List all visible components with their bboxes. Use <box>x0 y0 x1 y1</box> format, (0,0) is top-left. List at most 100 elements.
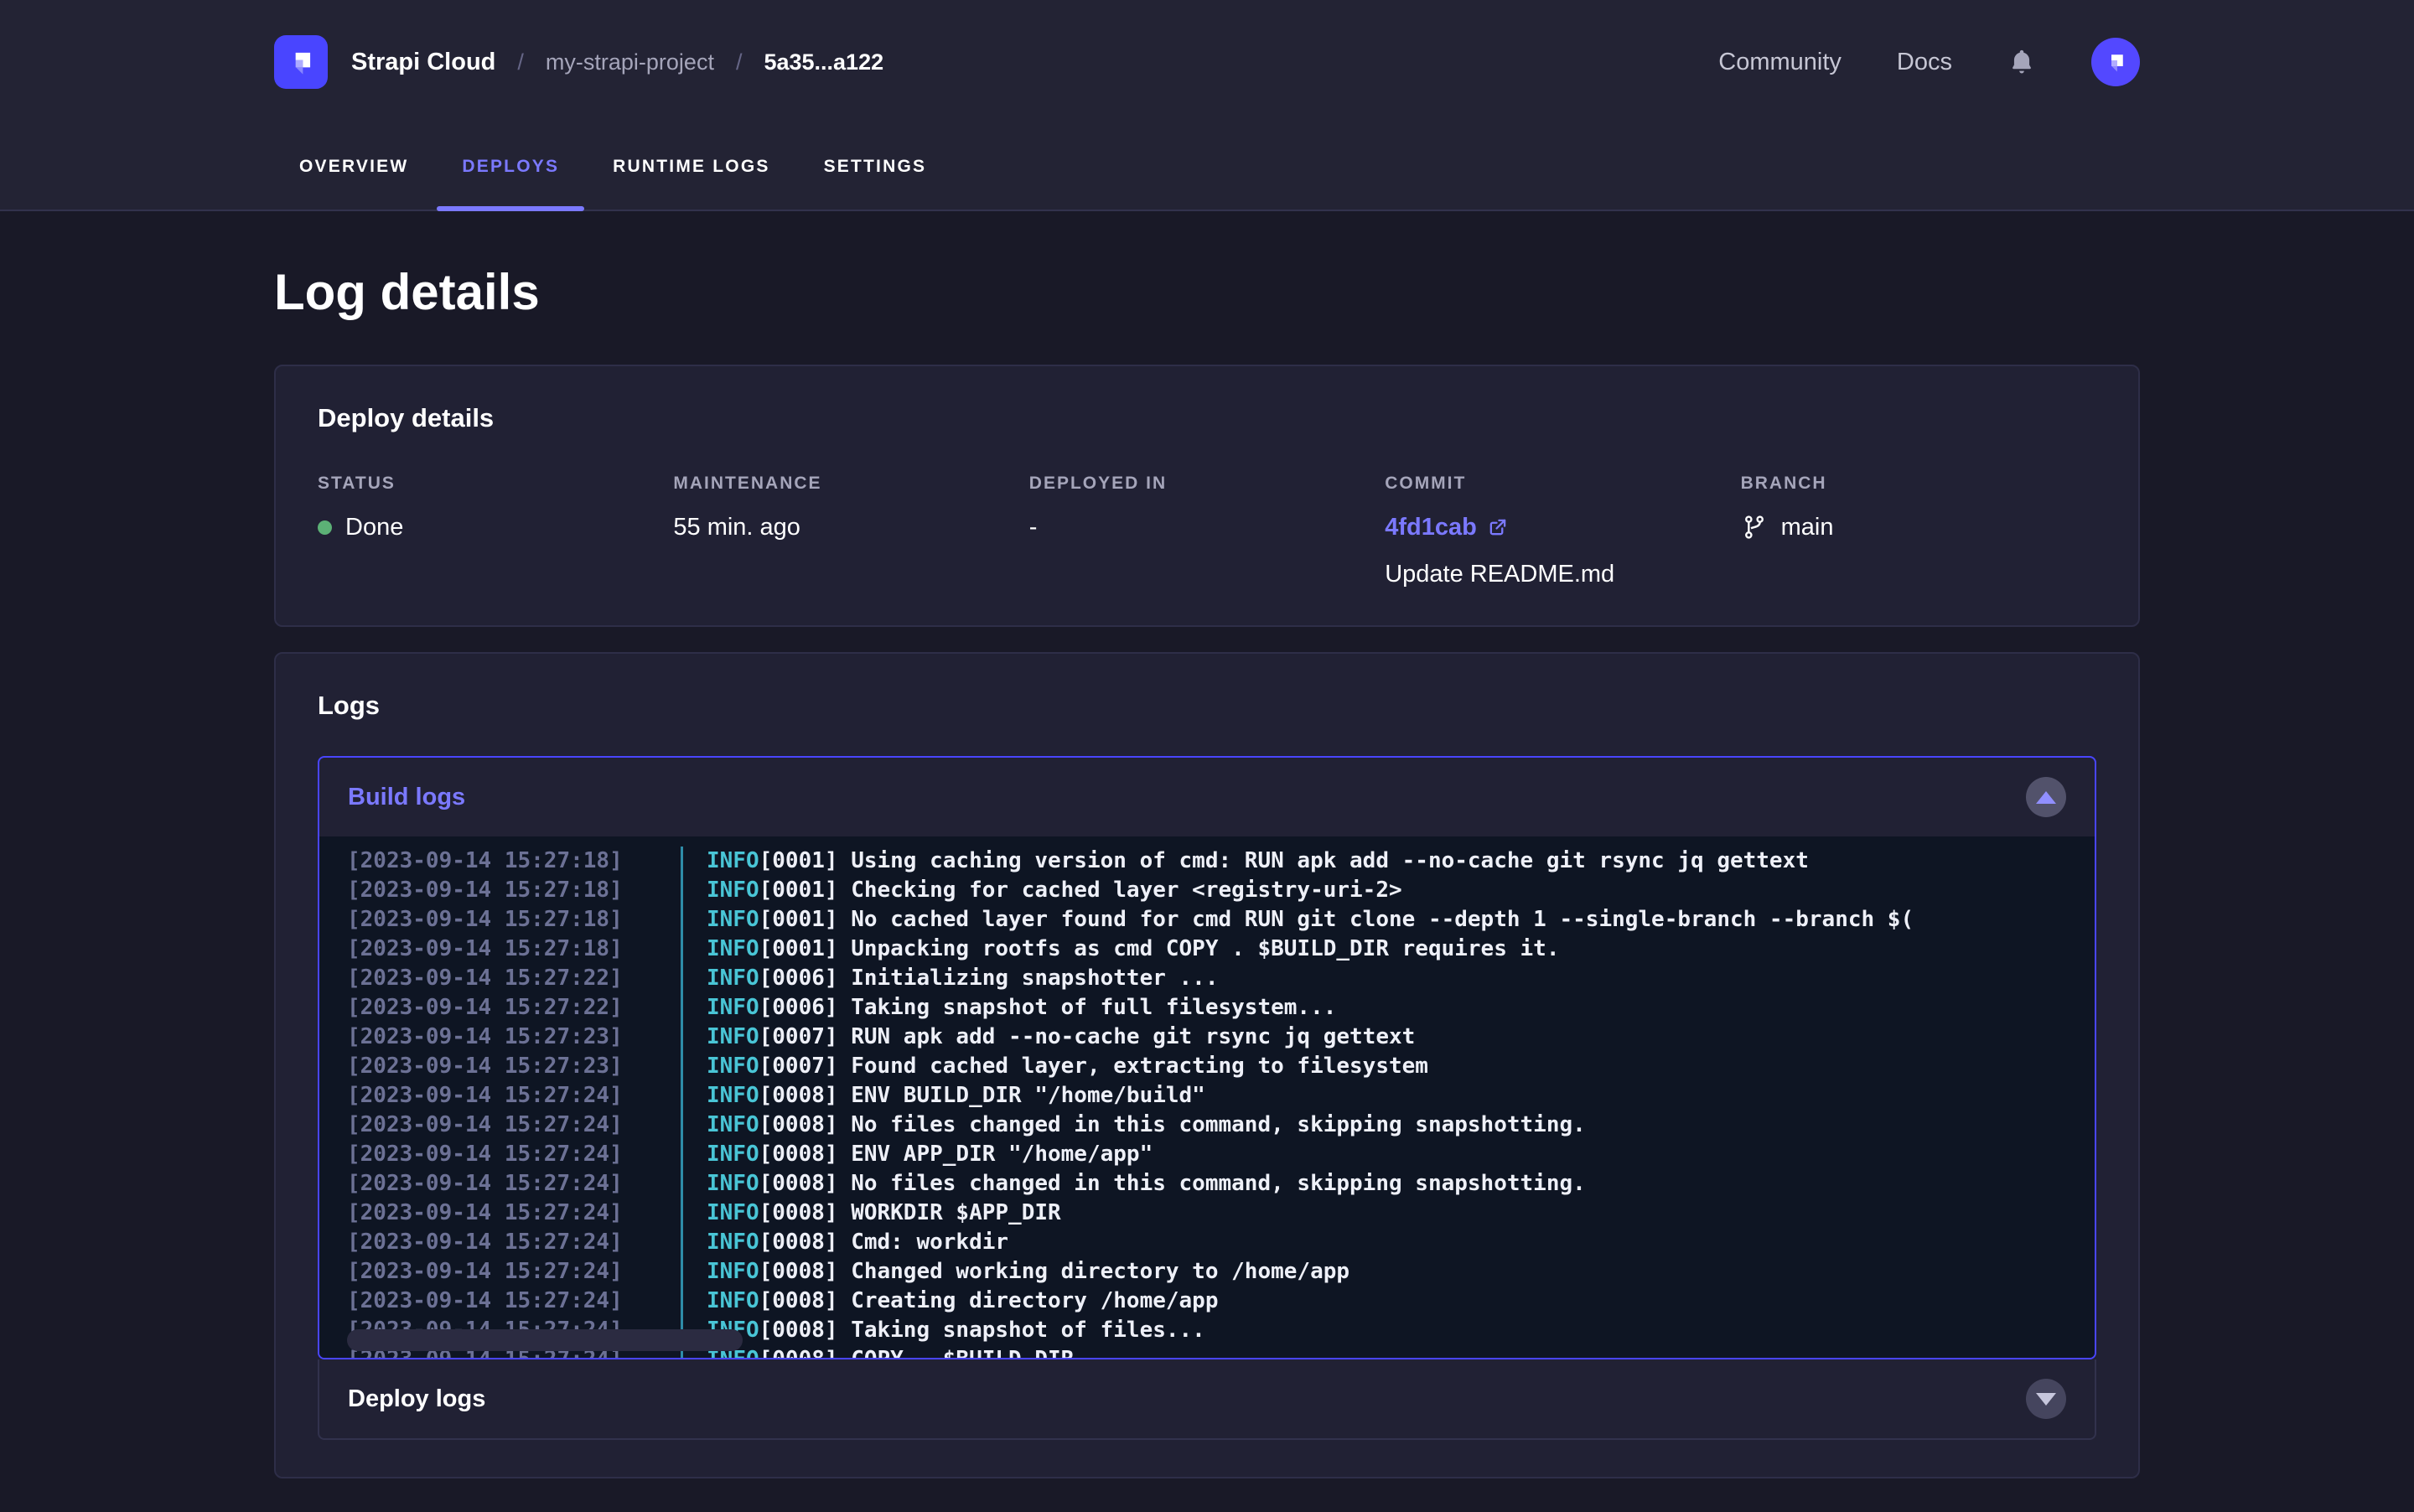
log-message-wrap: INFO[0006] Taking snapshot of full files… <box>681 993 1336 1023</box>
log-line: [2023-09-14 15:27:24]INFO[0008] Changed … <box>347 1257 2095 1287</box>
page-title: Log details <box>274 263 2140 321</box>
log-message-wrap: INFO[0008] No files changed in this comm… <box>681 1111 1586 1140</box>
log-timestamp: [2023-09-14 15:27:24] <box>347 1199 681 1228</box>
log-line: [2023-09-14 15:27:23]INFO[0007] Found ca… <box>347 1052 2095 1081</box>
log-line: [2023-09-14 15:27:24]INFO[0008] Creating… <box>347 1287 2095 1316</box>
field-deployed-in: DEPLOYED IN- <box>1029 474 1385 588</box>
log-level: INFO <box>707 1230 759 1255</box>
tab-bar: OVERVIEWDEPLOYSRUNTIME LOGSSETTINGS <box>274 124 2140 210</box>
log-line: [2023-09-14 15:27:24]INFO[0008] WORKDIR … <box>347 1199 2095 1228</box>
log-level: INFO <box>707 1200 759 1225</box>
status-dot-success <box>318 520 332 535</box>
log-message: [0008] No files changed in this command,… <box>759 1171 1586 1196</box>
log-line: [2023-09-14 15:27:24]INFO[0008] ENV BUIL… <box>347 1081 2095 1111</box>
log-timestamp: [2023-09-14 15:27:22] <box>347 964 681 993</box>
field-branch: BRANCH main <box>1741 474 2096 588</box>
log-level: INFO <box>707 1171 759 1196</box>
log-message-wrap: INFO[0008] ENV APP_DIR "/home/app" <box>681 1140 1153 1169</box>
log-line: [2023-09-14 15:27:24]INFO[0008] No files… <box>347 1111 2095 1140</box>
build-logs-panel: Build logs [2023-09-14 15:27:18]INFO[000… <box>318 756 2096 1359</box>
deploy-details-fields: STATUSDoneMAINTENANCE55 min. agoDEPLOYED… <box>318 474 2096 588</box>
log-message: [0001] Using caching version of cmd: RUN… <box>759 848 1809 873</box>
main-content: Log details Deploy details STATUSDoneMAI… <box>274 263 2140 1478</box>
log-timestamp: [2023-09-14 15:27:24] <box>347 1140 681 1169</box>
log-timestamp: [2023-09-14 15:27:24] <box>347 1081 681 1111</box>
field-label: STATUS <box>318 474 673 494</box>
topnav-link-community[interactable]: Community <box>1718 49 1842 76</box>
horizontal-scrollbar-thumb[interactable] <box>347 1329 743 1351</box>
log-message-wrap: INFO[0008] No files changed in this comm… <box>681 1169 1586 1199</box>
field-label: BRANCH <box>1741 474 2096 494</box>
logs-accordion: Build logs [2023-09-14 15:27:18]INFO[000… <box>318 756 2096 1440</box>
tab-runtime-logs[interactable]: RUNTIME LOGS <box>588 124 795 210</box>
log-message: [0008] ENV APP_DIR "/home/app" <box>759 1142 1153 1167</box>
topnav-link-docs[interactable]: Docs <box>1897 49 1952 76</box>
commit-message: Update README.md <box>1385 561 1740 588</box>
breadcrumb-project[interactable]: my-strapi-project <box>546 49 714 75</box>
log-timestamp: [2023-09-14 15:27:23] <box>347 1023 681 1052</box>
field-value: - <box>1029 512 1385 542</box>
log-level: INFO <box>707 878 759 903</box>
log-line: [2023-09-14 15:27:18]INFO[0001] Using ca… <box>347 847 2095 876</box>
deploy-logs-expand-button[interactable] <box>2026 1379 2066 1419</box>
log-timestamp: [2023-09-14 15:27:24] <box>347 1111 681 1140</box>
breadcrumb-separator: / <box>517 49 524 75</box>
log-level: INFO <box>707 995 759 1020</box>
commit-link[interactable]: 4fd1cab <box>1385 514 1507 541</box>
build-logs-collapse-button[interactable] <box>2026 777 2066 817</box>
log-timestamp: [2023-09-14 15:27:24] <box>347 1257 681 1287</box>
log-message: [0008] COPY . $BUILD_DIR <box>759 1347 1075 1358</box>
tab-settings[interactable]: SETTINGS <box>799 124 952 210</box>
chevron-up-icon <box>2036 791 2056 804</box>
log-timestamp: [2023-09-14 15:27:18] <box>347 905 681 935</box>
log-line: [2023-09-14 15:27:18]INFO[0001] Checking… <box>347 876 2095 905</box>
log-message: [0008] Creating directory /home/app <box>759 1288 1219 1313</box>
top-navigation: Community Docs <box>1718 38 2140 86</box>
log-message-wrap: INFO[0006] Initializing snapshotter ... <box>681 964 1219 993</box>
field-value: main <box>1741 512 2096 542</box>
field-commit: COMMIT4fd1cabUpdate README.md <box>1385 474 1740 588</box>
field-value: Done <box>318 512 673 542</box>
log-message-wrap: INFO[0001] Using caching version of cmd:… <box>681 847 1809 876</box>
log-level: INFO <box>707 1288 759 1313</box>
log-message: [0006] Initializing snapshotter ... <box>759 966 1219 991</box>
strapi-logo-icon[interactable] <box>274 35 328 89</box>
deploy-details-title: Deploy details <box>318 403 2096 433</box>
log-level: INFO <box>707 1112 759 1137</box>
log-level: INFO <box>707 848 759 873</box>
log-timestamp: [2023-09-14 15:27:18] <box>347 935 681 964</box>
log-level: INFO <box>707 936 759 961</box>
avatar-strapi-icon[interactable] <box>2091 38 2140 86</box>
log-message-wrap: INFO[0008] WORKDIR $APP_DIR <box>681 1199 1061 1228</box>
log-level: INFO <box>707 1142 759 1167</box>
log-message: [0006] Taking snapshot of full filesyste… <box>759 995 1337 1020</box>
chevron-down-icon <box>2036 1393 2056 1406</box>
deploy-logs-header[interactable]: Deploy logs <box>318 1359 2096 1440</box>
log-message-wrap: INFO[0007] RUN apk add --no-cache git rs… <box>681 1023 1415 1052</box>
field-status: STATUS Done <box>318 474 673 588</box>
log-line: [2023-09-14 15:27:24]INFO[0008] No files… <box>347 1169 2095 1199</box>
build-logs-header[interactable]: Build logs <box>319 758 2095 836</box>
log-message: [0001] No cached layer found for cmd RUN… <box>759 907 1914 932</box>
log-line: [2023-09-14 15:27:22]INFO[0006] Initiali… <box>347 964 2095 993</box>
tab-overview[interactable]: OVERVIEW <box>274 124 433 210</box>
log-message: [0008] No files changed in this command,… <box>759 1112 1586 1137</box>
log-level: INFO <box>707 1024 759 1049</box>
log-line: [2023-09-14 15:27:24]INFO[0008] Cmd: wor… <box>347 1228 2095 1257</box>
log-line: [2023-09-14 15:27:24]INFO[0008] ENV APP_… <box>347 1140 2095 1169</box>
log-message-wrap: INFO[0001] Unpacking rootfs as cmd COPY … <box>681 935 1559 964</box>
build-logs-title: Build logs <box>348 784 465 811</box>
log-line: [2023-09-14 15:27:18]INFO[0001] No cache… <box>347 905 2095 935</box>
log-timestamp: [2023-09-14 15:27:24] <box>347 1287 681 1316</box>
git-branch-icon <box>1741 514 1768 541</box>
tab-deploys[interactable]: DEPLOYS <box>437 124 584 210</box>
log-level: INFO <box>707 966 759 991</box>
log-message-wrap: INFO[0008] Creating directory /home/app <box>681 1287 1219 1316</box>
bell-icon[interactable] <box>2007 48 2036 76</box>
field-value: 55 min. ago <box>673 512 1028 542</box>
build-logs-terminal: [2023-09-14 15:27:18]INFO[0001] Using ca… <box>319 836 2095 1358</box>
log-message: [0008] WORKDIR $APP_DIR <box>759 1200 1061 1225</box>
logs-title: Logs <box>318 691 2096 721</box>
deploy-details-card: Deploy details STATUSDoneMAINTENANCE55 m… <box>274 365 2140 627</box>
breadcrumb-brand[interactable]: Strapi Cloud <box>351 49 495 76</box>
